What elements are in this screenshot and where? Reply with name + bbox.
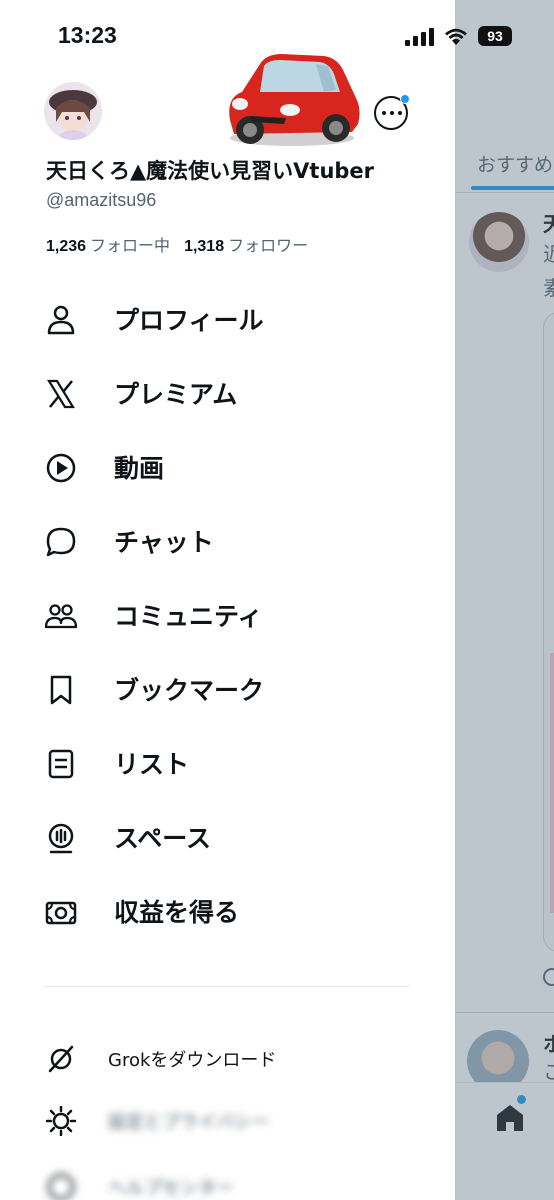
spaces-mic-icon: [48, 823, 74, 854]
menu-item-lists[interactable]: リスト: [0, 729, 455, 795]
menu-item-settings[interactable]: 設定とプライバシー: [0, 1092, 455, 1148]
menu-item-label: プレミアム: [114, 380, 238, 409]
status-time: 13:23: [58, 22, 117, 48]
x-logo-icon: [47, 379, 75, 409]
menu-item-spaces[interactable]: スペース: [0, 803, 455, 869]
menu-item-label: 収益を得る: [114, 898, 240, 927]
display-name[interactable]: 天日くろ▲魔法使い見習いVtuber: [46, 155, 374, 185]
menu-item-label: チャット: [114, 528, 214, 557]
more-dots-icon: [382, 111, 402, 115]
menu-item-chat[interactable]: チャット: [0, 507, 455, 573]
wifi-icon: [445, 28, 467, 45]
avatar[interactable]: [44, 82, 102, 140]
menu-item-label: ブックマーク: [114, 676, 265, 705]
menu-item-label: Grokをダウンロード: [108, 1050, 277, 1071]
account-options-button[interactable]: [374, 94, 410, 130]
followers-label: フォロワー: [228, 236, 309, 255]
person-icon: [47, 305, 75, 335]
menu-item-premium[interactable]: プレミアム: [0, 359, 455, 425]
chat-bubble-icon: [46, 527, 76, 557]
money-icon: [45, 901, 77, 925]
list-icon: [48, 749, 74, 779]
followers-count: 1,318: [184, 238, 225, 255]
followers-link[interactable]: 1,318 フォロワー: [184, 236, 308, 255]
timeline-background[interactable]: おすすめ 天 近 素 ホ こ: [455, 0, 554, 1200]
following-count: 1,236: [46, 238, 87, 255]
menu-item-label: プロフィール: [114, 306, 264, 335]
menu-item-label: スペース: [114, 824, 212, 853]
menu-item-help[interactable]: ヘルプセンター: [0, 1158, 455, 1200]
menu-item-bookmarks[interactable]: ブックマーク: [0, 655, 455, 721]
bookmark-icon: [50, 675, 72, 705]
menu-item-monetization[interactable]: 収益を得る: [0, 877, 455, 943]
following-link[interactable]: 1,236 フォロー中: [46, 236, 170, 255]
menu-item-grok-download[interactable]: Grokをダウンロード: [0, 1030, 455, 1086]
notification-dot: [400, 94, 410, 104]
menu-item-label: 動画: [114, 454, 165, 483]
menu-item-communities[interactable]: コミュニティ: [0, 581, 455, 647]
status-bar: 13:23 93: [0, 0, 554, 70]
side-drawer: 天日くろ▲魔法使い見習いVtuber @amazitsu96 1,236 フォロー…: [0, 0, 455, 1200]
help-icon: [47, 1173, 75, 1200]
community-icon: [44, 604, 78, 629]
following-label: フォロー中: [90, 236, 171, 255]
user-handle[interactable]: @amazitsu96: [46, 190, 156, 211]
menu-item-label: ヘルプセンター: [108, 1178, 234, 1199]
menu-item-video[interactable]: 動画: [0, 433, 455, 499]
menu-item-label: 設定とプライバシー: [108, 1112, 270, 1133]
drawer-scrim-overlay[interactable]: [455, 0, 554, 1200]
play-icon: [46, 453, 76, 483]
menu-item-label: リスト: [114, 750, 190, 779]
menu-divider: [44, 986, 410, 987]
gear-icon: [46, 1106, 76, 1136]
battery-icon: 93: [478, 26, 512, 46]
cellular-signal-icon: [405, 28, 434, 46]
menu-item-profile[interactable]: プロフィール: [0, 285, 455, 351]
menu-item-label: コミュニティ: [114, 602, 263, 631]
grok-icon: [48, 1045, 74, 1073]
follow-stats: 1,236 フォロー中 1,318 フォロワー: [46, 232, 308, 256]
